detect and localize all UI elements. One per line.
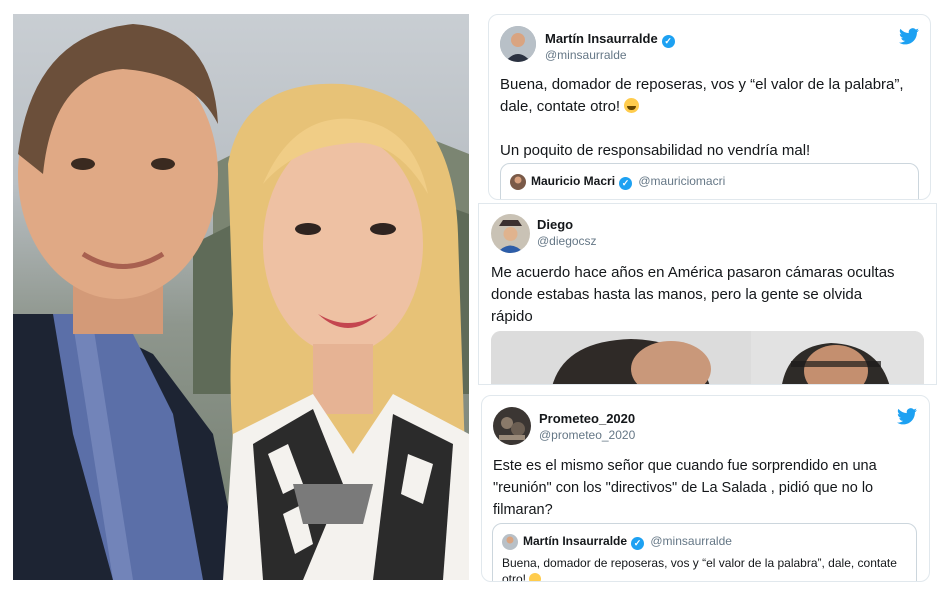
verified-icon: ✓	[661, 35, 675, 48]
media-photo	[491, 331, 924, 384]
verified-icon: ✓	[631, 537, 645, 550]
tweet-text-line: Un poquito de responsabilidad no vendría…	[500, 142, 811, 159]
quoted-text-line: otro!	[502, 571, 912, 581]
user-avatar-icon	[491, 214, 530, 253]
tweet-text-line: Me acuerdo hace años en América pasaron …	[491, 264, 895, 281]
tweet-text: Me acuerdo hace años en América pasaron …	[491, 262, 931, 328]
tweet-card-diego[interactable]: Diego @diegocsz Me acuerdo hace años en …	[478, 203, 937, 385]
couple-photo-illustration	[13, 24, 469, 580]
quoted-text-line: Buena, domador de reposeras, vos y “el v…	[502, 556, 897, 570]
tweet-text-line: Buena, domador de reposeras, vos y “el v…	[500, 76, 904, 93]
tweet-text-line: rápido	[491, 308, 533, 325]
quoted-handle: @minsaurralde	[650, 534, 732, 548]
tweet-text-line: filmaran?	[493, 502, 553, 518]
handle[interactable]: @minsaurralde	[545, 48, 627, 62]
user-avatar-icon	[493, 407, 531, 445]
tweet-text-line: "reunión" con los "directivos" de La Sal…	[493, 480, 874, 496]
tweet-text: Este es el mismo señor que cuando fue so…	[493, 455, 928, 521]
avatar[interactable]	[500, 26, 536, 62]
display-name[interactable]: Prometeo_2020	[539, 411, 635, 426]
tweet-card-insaurralde[interactable]: Martín Insaurralde ✓ @minsaurralde Buena,…	[488, 14, 931, 200]
quoted-name[interactable]: Martín Insaurralde ✓ @minsaurralde	[523, 534, 732, 550]
couple-photo	[13, 14, 469, 580]
quoted-name-text: Mauricio Macri	[531, 174, 616, 188]
quoted-handle: @mauriciomacri	[638, 174, 726, 188]
laughing-emoji-icon	[529, 573, 542, 581]
quoted-avatar	[502, 534, 518, 550]
handle[interactable]: @prometeo_2020	[539, 428, 635, 442]
user-avatar-icon	[500, 26, 536, 62]
avatar[interactable]	[493, 407, 531, 445]
tweet-card-prometeo[interactable]: Prometeo_2020 @prometeo_2020 Este es el …	[481, 395, 930, 582]
tweet-media-image[interactable]	[491, 331, 924, 384]
display-name[interactable]: Martín Insaurralde ✓	[545, 31, 675, 48]
quoted-tweet[interactable]: Mauricio Macri ✓ @mauriciomacri	[500, 163, 919, 199]
laughing-emoji-icon	[624, 98, 640, 113]
user-avatar-icon	[502, 534, 518, 550]
quoted-name[interactable]: Mauricio Macri ✓ @mauriciomacri	[531, 174, 725, 190]
display-name-text: Martín Insaurralde	[545, 31, 658, 46]
user-avatar-icon	[510, 174, 526, 190]
quoted-name-text: Martín Insaurralde	[523, 534, 628, 548]
tweet-text-line: donde estabas hasta las manos, pero la g…	[491, 286, 863, 303]
quoted-avatar	[510, 174, 526, 190]
quoted-tweet[interactable]: Martín Insaurralde ✓ @minsaurralde Buena,…	[492, 523, 917, 581]
tweet-text: Buena, domador de reposeras, vos y “el v…	[500, 74, 925, 162]
twitter-bird-icon[interactable]	[899, 28, 919, 45]
display-name[interactable]: Diego	[537, 217, 573, 232]
tweet-text-line: dale, contate otro!	[500, 96, 925, 118]
avatar[interactable]	[491, 214, 530, 253]
handle[interactable]: @diegocsz	[537, 234, 597, 248]
tweet-text-line: Este es el mismo señor que cuando fue so…	[493, 458, 877, 474]
quoted-text: Buena, domador de reposeras, vos y “el v…	[502, 555, 912, 581]
verified-icon: ✓	[619, 177, 633, 190]
twitter-bird-icon[interactable]	[897, 408, 917, 425]
